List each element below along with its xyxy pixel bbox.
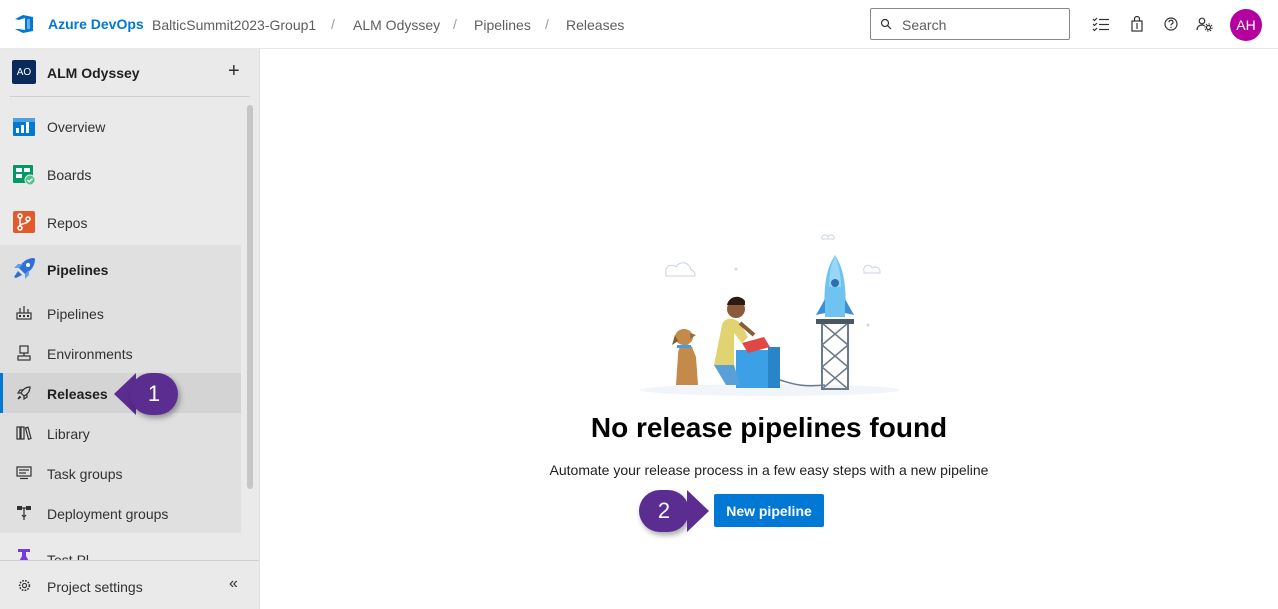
work-items-icon[interactable] — [1091, 14, 1111, 34]
sidebar-item-overview[interactable]: Overview — [0, 106, 241, 146]
search-icon — [880, 18, 892, 30]
sidebar-subitem-label: Deployment groups — [47, 506, 169, 522]
sidebar-scrollbar[interactable] — [247, 105, 253, 489]
sidebar-subitem-task-groups[interactable]: Task groups — [0, 453, 241, 493]
breadcrumb-separator: / — [331, 16, 335, 32]
new-pipeline-button[interactable]: New pipeline — [714, 494, 824, 527]
sidebar-item-label: Boards — [47, 167, 92, 183]
releases-rocket-icon — [16, 386, 31, 401]
top-bar: Azure DevOps BalticSummit2023-Group1 / A… — [0, 0, 1278, 49]
project-name[interactable]: ALM Odyssey — [47, 65, 140, 81]
sidebar-item-boards[interactable]: Boards — [0, 154, 241, 194]
sidebar-subitem-environments[interactable]: Environments — [0, 333, 241, 373]
search-input[interactable] — [902, 15, 1062, 35]
empty-state-title: No release pipelines found — [590, 412, 948, 443]
sidebar-footer: Project settings « — [0, 560, 259, 609]
breadcrumb-pipelines[interactable]: Pipelines — [474, 17, 531, 33]
sidebar-subitem-label: Task groups — [47, 466, 123, 482]
add-icon[interactable]: + — [228, 61, 240, 81]
environments-icon — [17, 345, 31, 361]
pipelines-sub-icon — [16, 306, 32, 320]
callout-arrow — [687, 490, 709, 532]
user-avatar[interactable]: AH — [1230, 9, 1262, 41]
sidebar-subitem-label: Pipelines — [47, 306, 104, 322]
search-box[interactable] — [870, 8, 1070, 40]
sidebar-item-pipelines[interactable]: Pipelines — [0, 249, 241, 289]
project-header: AO ALM Odyssey + — [0, 49, 250, 97]
breadcrumb-releases[interactable]: Releases — [566, 17, 624, 33]
brand-link[interactable]: Azure DevOps — [48, 16, 144, 32]
sidebar-subitem-library[interactable]: Library — [0, 413, 241, 453]
breadcrumb-separator: / — [545, 16, 549, 32]
breadcrumb-organization[interactable]: BalticSummit2023-Group1 — [152, 17, 316, 33]
sidebar-item-repos[interactable]: Repos — [0, 202, 241, 242]
sidebar-subitem-label: Releases — [47, 386, 108, 402]
sidebar-subitem-label: Environments — [47, 346, 133, 362]
sidebar-subitem-pipelines[interactable]: Pipelines — [0, 293, 241, 333]
sidebar: AO ALM Odyssey + Overview Boards Repos P… — [0, 49, 260, 609]
azure-devops-logo-icon[interactable] — [13, 13, 35, 35]
active-indicator — [0, 373, 3, 413]
marketplace-icon[interactable] — [1127, 14, 1147, 34]
gear-icon — [18, 579, 31, 592]
library-icon — [16, 426, 32, 440]
divider — [10, 96, 250, 97]
breadcrumb-separator: / — [453, 16, 457, 32]
collapse-sidebar-icon[interactable]: « — [229, 575, 238, 593]
sidebar-subitem-deployment-groups[interactable]: Deployment groups — [0, 493, 241, 533]
deployment-groups-icon — [17, 506, 31, 520]
project-settings-link[interactable]: Project settings — [47, 579, 143, 595]
step-callout-1: 1 — [130, 373, 178, 415]
breadcrumb-project[interactable]: ALM Odyssey — [353, 17, 440, 33]
release-rocket-illustration — [640, 234, 900, 396]
user-settings-icon[interactable] — [1195, 14, 1215, 34]
sidebar-item-label: Overview — [47, 119, 106, 135]
repos-icon — [13, 211, 35, 233]
empty-state-description: Automate your release process in a few e… — [549, 462, 989, 478]
pipelines-icon — [14, 258, 35, 279]
project-badge[interactable]: AO — [12, 60, 36, 84]
boards-icon — [13, 165, 36, 186]
sidebar-item-label: Pipelines — [47, 262, 109, 278]
sidebar-item-label: Repos — [47, 215, 88, 231]
overview-icon — [13, 118, 35, 136]
sidebar-subitem-label: Library — [47, 426, 90, 442]
help-icon[interactable] — [1161, 14, 1181, 34]
task-groups-icon — [16, 466, 32, 480]
step-callout-2: 2 — [639, 490, 689, 532]
